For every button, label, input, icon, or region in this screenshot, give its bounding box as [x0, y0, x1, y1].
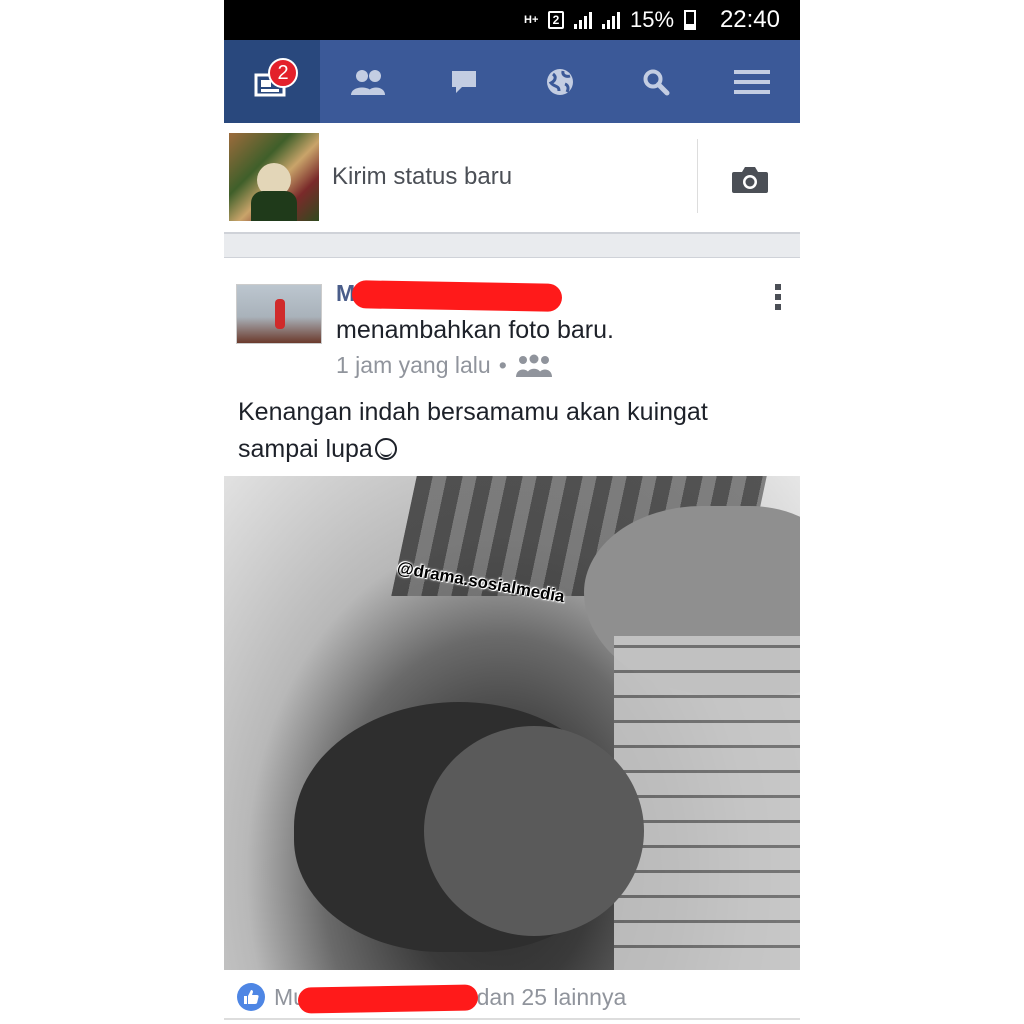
battery-percent: 15%	[630, 7, 675, 32]
signal-icon	[574, 11, 592, 29]
facebook-nav-bar: 2	[224, 40, 800, 123]
meta-separator: •	[498, 352, 507, 378]
post-options-button[interactable]	[774, 284, 782, 315]
search-icon	[643, 69, 670, 95]
status-composer: Kirim status baru	[224, 123, 800, 231]
post-author-avatar[interactable]	[236, 284, 322, 344]
feed-separator	[224, 232, 800, 258]
redaction-mark-2	[297, 984, 479, 1014]
tab-news-feed[interactable]: 2	[224, 40, 320, 123]
photo-button[interactable]	[730, 165, 770, 200]
divider	[697, 139, 698, 213]
camera-icon	[732, 167, 768, 193]
post-timestamp-row: 1 jam yang lalu •	[336, 352, 553, 379]
sim-icon: 2	[548, 11, 564, 29]
post-bottom-border	[224, 1018, 800, 1024]
phone-screen: H+ 2 15% 22:40 2 Kirim status baru M men…	[224, 0, 800, 1024]
clock: 22:40	[719, 6, 780, 33]
redaction-mark	[351, 280, 563, 312]
likes-summary[interactable]: Mu ka dan 25 lainnya	[224, 970, 800, 1024]
post-photo[interactable]: @drama.sosialmedia	[224, 476, 800, 970]
tab-search[interactable]	[608, 40, 704, 123]
tab-menu[interactable]	[704, 40, 800, 123]
feed-post: Mdnan menambahkan foto baru. 1 jam yang …	[224, 258, 800, 1024]
post-message: Kenangan indah bersamamu akan kuingat sa…	[238, 394, 788, 468]
tab-messages[interactable]	[416, 40, 512, 123]
globe-icon	[547, 68, 573, 95]
post-timestamp[interactable]: 1 jam yang lalu	[336, 352, 491, 379]
status-bar: H+ 2 15% 22:40	[224, 0, 800, 40]
messages-icon	[452, 70, 476, 93]
more-vertical-icon	[775, 284, 781, 310]
post-action-text: menambahkan foto baru.	[336, 316, 614, 344]
friends-icon	[351, 69, 385, 95]
post-message-text: Kenangan indah bersamamu akan kuingat sa…	[238, 398, 708, 463]
status-input[interactable]: Kirim status baru	[332, 163, 512, 191]
laughing-emoji-icon	[374, 438, 397, 460]
avatar[interactable]	[229, 133, 319, 221]
menu-icon	[734, 69, 770, 94]
network-type: H+	[524, 14, 539, 26]
tab-notifications[interactable]	[512, 40, 608, 123]
notification-badge: 2	[268, 58, 298, 88]
battery-icon	[684, 10, 697, 30]
tab-friends[interactable]	[320, 40, 416, 123]
status-icons: H+ 2 15%	[524, 7, 697, 32]
signal-2-icon	[602, 11, 620, 29]
like-icon	[237, 983, 265, 1011]
friends-audience-icon	[515, 354, 552, 377]
